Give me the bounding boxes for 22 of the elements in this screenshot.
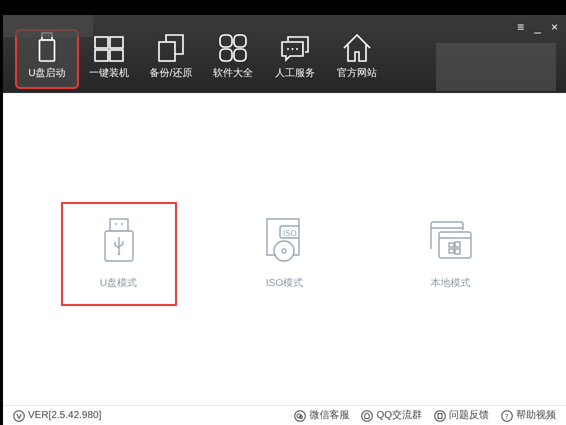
footer-link[interactable]: 问题反馈 xyxy=(434,408,489,423)
close-button[interactable]: × xyxy=(550,21,558,33)
nav-tab[interactable]: 人工服务 xyxy=(265,31,325,87)
version-text: VER[2.5.42.980] xyxy=(28,409,102,423)
windows-logo-icon xyxy=(94,36,124,62)
windows-stack-icon xyxy=(430,220,472,258)
copy-icon xyxy=(158,34,184,62)
chat-circle-icon xyxy=(294,410,306,422)
footer-link[interactable]: QQ交流群 xyxy=(361,408,422,423)
nav-tab[interactable]: 软件大全 xyxy=(203,31,263,87)
nav-tab[interactable]: 官方网站 xyxy=(327,31,387,87)
usb-drive-icon xyxy=(104,218,134,262)
version-icon xyxy=(13,410,25,422)
footer-link[interactable]: 微信客服 xyxy=(294,408,350,423)
grid-icon xyxy=(219,34,247,62)
document-icon xyxy=(434,410,446,422)
home-icon xyxy=(343,34,371,62)
chat-bubbles-icon xyxy=(281,36,309,62)
menu-button[interactable]: ≡ xyxy=(517,21,524,33)
nav-tab[interactable]: 一键装机 xyxy=(79,31,139,87)
nav-tab[interactable]: 备份/还原 xyxy=(141,31,201,87)
minimize-button[interactable]: _ xyxy=(534,21,541,33)
